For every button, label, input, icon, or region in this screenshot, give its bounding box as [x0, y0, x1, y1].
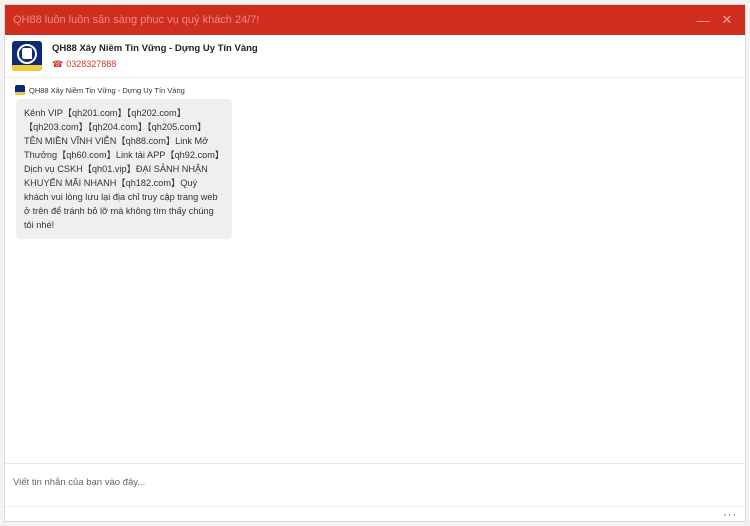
header-text: QH88 Xây Niềm Tin Vững - Dựng Uy Tín Vàn… [52, 43, 258, 70]
message-list[interactable]: QH88 Xây Niềm Tin Vững - Dựng Uy Tín Vàn… [5, 79, 745, 463]
phone-icon: ☎ [52, 58, 64, 69]
message-composer [5, 463, 745, 507]
shop-name: QH88 Xây Niềm Tin Vững - Dựng Uy Tín Vàn… [52, 42, 258, 54]
chat-window: QH88 luôn luôn sẵn sàng phục vụ quý khác… [4, 4, 746, 522]
chat-header: QH88 Xây Niềm Tin Vững - Dựng Uy Tín Vàn… [5, 35, 745, 78]
message-input[interactable] [11, 470, 715, 494]
title-bar: QH88 luôn luôn sẵn sàng phục vụ quý khác… [5, 5, 745, 35]
more-options-icon[interactable]: ··· [723, 510, 737, 521]
qh88-logo-icon [12, 41, 42, 71]
close-icon[interactable]: ✕ [717, 10, 737, 30]
minimize-icon[interactable]: — [693, 10, 713, 30]
sender-name: QH88 Xây Niềm Tin Vững - Dựng Uy Tín Vàn… [29, 85, 185, 95]
phone-contact[interactable]: ☎ 0328327888 [52, 59, 258, 70]
phone-number[interactable]: 0328327888 [66, 59, 116, 69]
sender-avatar-icon [15, 85, 25, 95]
footer-bar: ··· [5, 506, 745, 521]
message-bubble: Kênh VIP【qh201.com】【qh202.com】【qh203.com… [16, 99, 232, 239]
message-sender: QH88 Xây Niềm Tin Vững - Dựng Uy Tín Vàn… [15, 85, 185, 95]
window-title: QH88 luôn luôn sẵn sàng phục vụ quý khác… [13, 14, 260, 26]
